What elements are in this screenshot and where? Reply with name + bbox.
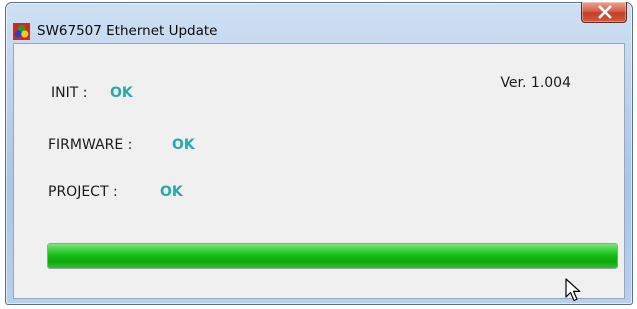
init-label: INIT : (51, 85, 88, 101)
firmware-label: FIRMWARE : (48, 137, 133, 153)
progress-fill (48, 244, 617, 268)
update-window: SW67507 Ethernet Update Ver. 1.004 INIT … (5, 2, 633, 305)
client-area: Ver. 1.004 INIT : OK FIRMWARE : OK PROJE… (13, 43, 625, 299)
close-icon (598, 5, 612, 19)
firmware-status: OK (172, 137, 195, 153)
close-button[interactable] (581, 2, 627, 23)
progress-bar (47, 243, 618, 269)
project-label: PROJECT : (48, 184, 118, 200)
title-bar[interactable]: SW67507 Ethernet Update (6, 2, 632, 43)
init-status: OK (110, 85, 133, 101)
project-status: OK (160, 184, 183, 200)
version-label: Ver. 1.004 (500, 75, 571, 91)
window-title: SW67507 Ethernet Update (37, 23, 218, 39)
app-logo-icon (13, 23, 30, 40)
mouse-pointer-icon (565, 278, 585, 308)
